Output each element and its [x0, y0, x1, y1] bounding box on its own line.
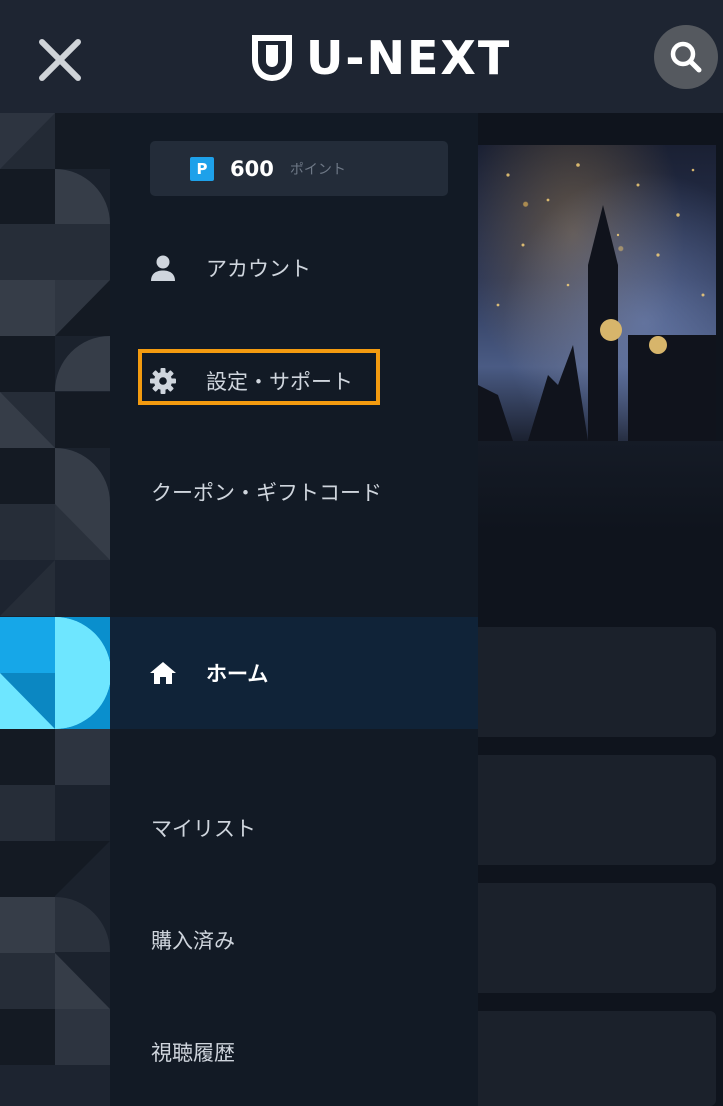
- points-unit: ポイント: [289, 161, 346, 178]
- menu-item-label: ホーム: [206, 662, 269, 686]
- points-value: 600: [230, 156, 274, 181]
- menu-item-watch-history[interactable]: 視聴履歴: [110, 1024, 478, 1080]
- gear-icon: [148, 366, 178, 396]
- menu-item-coupon-giftcode[interactable]: クーポン・ギフトコード: [110, 464, 478, 520]
- menu-item-label: クーポン・ギフトコード: [151, 481, 382, 505]
- close-button[interactable]: [30, 30, 90, 90]
- menu-item-settings-support[interactable]: 設定・サポート: [110, 353, 478, 409]
- shield-logo-icon: [252, 35, 292, 81]
- menu-item-label: 視聴履歴: [151, 1041, 235, 1065]
- top-bar: U-NEXT: [0, 0, 723, 113]
- person-icon: [148, 253, 178, 283]
- points-badge-icon: P: [190, 156, 214, 181]
- logo-text: U-NEXT: [306, 31, 512, 85]
- side-menu-drawer: P 600 ポイント アカウント 設定・サポート クーポン・ギフトコード ホーム…: [110, 113, 478, 1106]
- banner-caption-area: [478, 441, 723, 531]
- menu-item-label: 設定・サポート: [206, 370, 353, 394]
- menu-item-label: アカウント: [206, 257, 311, 281]
- search-icon: [670, 41, 702, 73]
- menu-item-label: 購入済み: [151, 929, 235, 953]
- close-icon: [39, 39, 81, 81]
- menu-item-account[interactable]: アカウント: [110, 240, 478, 296]
- menu-item-label: マイリスト: [151, 817, 256, 841]
- decorative-pattern: [0, 113, 110, 1106]
- featured-banner-image[interactable]: [478, 145, 716, 441]
- menu-item-mylist[interactable]: マイリスト: [110, 800, 478, 856]
- u-next-logo[interactable]: U-NEXT: [252, 34, 511, 82]
- menu-item-home[interactable]: ホーム: [110, 617, 478, 729]
- menu-item-purchased[interactable]: 購入済み: [110, 912, 478, 968]
- content-card[interactable]: [478, 627, 716, 737]
- content-card[interactable]: [478, 755, 716, 865]
- content-card[interactable]: [478, 1011, 716, 1106]
- home-icon: [148, 658, 178, 688]
- content-card[interactable]: [478, 883, 716, 993]
- points-balance[interactable]: P 600 ポイント: [150, 141, 448, 196]
- search-button[interactable]: [654, 25, 718, 89]
